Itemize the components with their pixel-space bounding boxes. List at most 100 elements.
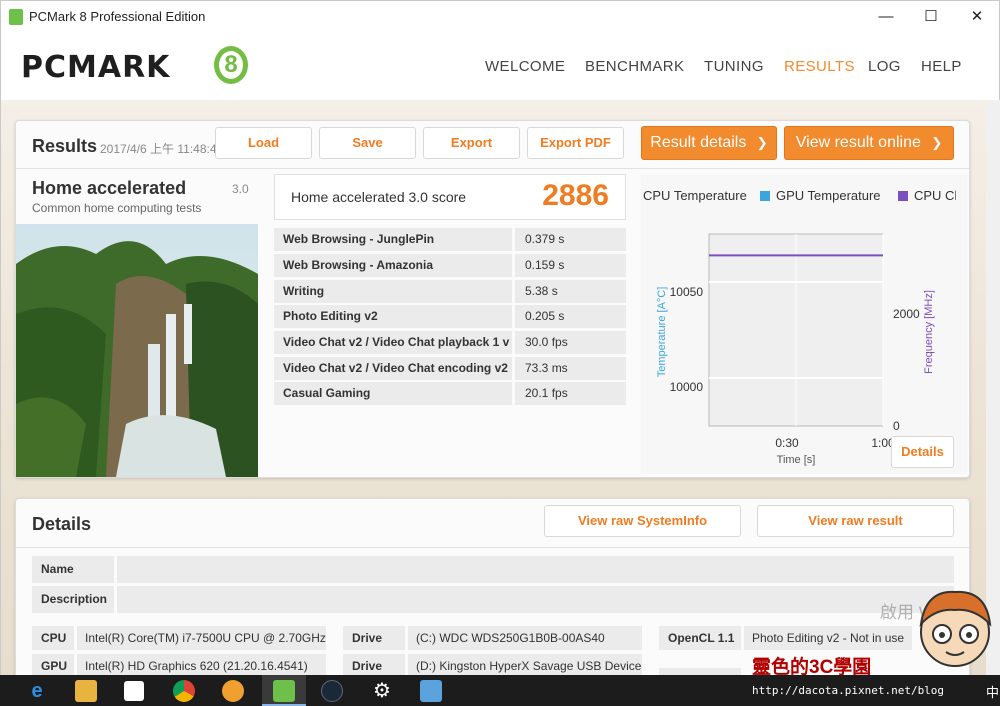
- results-heading: Results: [32, 136, 98, 156]
- test-row: Video Chat v2 / Video Chat encoding v2 7…: [274, 357, 626, 380]
- nav-benchmark[interactable]: BENCHMARK: [585, 58, 684, 75]
- legend-cpu-temperature: CPU Temperature: [643, 188, 747, 203]
- test-row: Casual Gaming 20.1 fps: [274, 382, 626, 405]
- test-value: 0.205 s: [515, 305, 626, 328]
- view-raw-systeminfo-button[interactable]: View raw SystemInfo: [544, 505, 741, 537]
- pcmark-8-logo-mark: 8: [214, 46, 248, 84]
- test-row: Web Browsing - Amazonia 0.159 s: [274, 254, 626, 277]
- test-name: Casual Gaming: [274, 382, 512, 405]
- gpu-temperature-swatch: [760, 191, 770, 201]
- legend-label: CPU Cl: [914, 188, 956, 203]
- view-raw-result-button[interactable]: View raw result: [757, 505, 954, 537]
- test-name: Video Chat v2 / Video Chat encoding v2: [274, 357, 512, 380]
- name-field: [117, 556, 954, 583]
- nav-tuning[interactable]: TUNING: [704, 58, 764, 75]
- cpu-label: CPU: [32, 626, 74, 650]
- test-row: Photo Editing v2 0.205 s: [274, 305, 626, 328]
- view-result-online-button[interactable]: View result online ❯: [784, 126, 954, 160]
- save-button[interactable]: Save: [319, 127, 416, 159]
- test-name: Web Browsing - JunglePin: [274, 228, 512, 251]
- load-button[interactable]: Load: [215, 127, 312, 159]
- benchmark-version: 3.0: [232, 182, 249, 196]
- maximize-button[interactable]: ☐: [921, 7, 941, 27]
- benchmark-subtitle: Common home computing tests: [32, 201, 202, 215]
- store-icon[interactable]: [124, 681, 144, 701]
- test-value: 30.0 fps: [515, 331, 626, 354]
- benchmark-waterfall-image: [16, 224, 258, 477]
- left-axis-label: Temperature [A°C]: [656, 287, 668, 378]
- cpu-value: Intel(R) Core(TM) i7-7500U CPU @ 2.70GHz: [77, 626, 326, 650]
- x-tick-label: 0:30: [775, 436, 799, 450]
- app-header: PCMARK 8 WELCOME BENCHMARK TUNING RESULT…: [0, 32, 1000, 100]
- opencl-label-2: [659, 668, 741, 675]
- y-tick-label: 10050: [670, 285, 704, 299]
- test-name: Video Chat v2 / Video Chat playback 1 v: [274, 331, 512, 354]
- nav-log[interactable]: LOG: [868, 58, 901, 75]
- test-name: Writing: [274, 280, 512, 303]
- details-heading: Details: [32, 514, 92, 534]
- test-name: Photo Editing v2: [274, 305, 512, 328]
- pcmark-logo: PCMARK: [21, 50, 171, 85]
- test-name: Web Browsing - Amazonia: [274, 254, 512, 277]
- y2-tick-label: 0: [893, 419, 900, 433]
- test-value: 0.159 s: [515, 254, 626, 277]
- test-value: 20.1 fps: [515, 382, 626, 405]
- export-button[interactable]: Export: [423, 127, 520, 159]
- result-date: 2017/4/6 上午 11:48:4: [100, 142, 217, 156]
- results-divider: [16, 168, 969, 169]
- drive-label: Drive: [343, 626, 405, 650]
- file-explorer-icon[interactable]: [75, 680, 97, 702]
- score-label: Home accelerated 3.0 score: [291, 189, 467, 205]
- name-label: Name: [32, 556, 114, 583]
- chrome-icon[interactable]: [173, 680, 195, 702]
- nav-results[interactable]: RESULTS: [784, 58, 855, 75]
- pcmark-taskbar-icon[interactable]: [273, 680, 295, 702]
- y-tick-label: 10000: [670, 380, 704, 394]
- description-label: Description: [32, 586, 114, 613]
- app-icon-orange[interactable]: [222, 680, 244, 702]
- result-details-label: Result details: [650, 134, 747, 151]
- test-row: Web Browsing - JunglePin 0.379 s: [274, 228, 626, 251]
- opencl-value: Photo Editing v2 - Not in use: [744, 626, 912, 650]
- monitoring-chart: 10050 10000 2000 0 0:30 1:00 Time [s] Te…: [656, 233, 935, 466]
- y2-tick-label: 2000: [893, 307, 920, 321]
- cartoon-avatar-image: [919, 590, 992, 667]
- result-details-button[interactable]: Result details ❯: [641, 126, 777, 160]
- export-pdf-button[interactable]: Export PDF: [527, 127, 624, 159]
- test-value: 0.379 s: [515, 228, 626, 251]
- settings-gear-icon[interactable]: ⚙: [371, 680, 393, 702]
- app-icon-blue[interactable]: [420, 680, 442, 702]
- right-axis-label: Frequency [MHz]: [923, 290, 935, 374]
- score-value: 2886: [542, 179, 609, 212]
- ime-indicator[interactable]: 中: [986, 682, 999, 701]
- test-value: 5.38 s: [515, 280, 626, 303]
- close-button[interactable]: ✕: [967, 7, 987, 27]
- edge-browser-icon[interactable]: e: [26, 680, 48, 702]
- nav-welcome[interactable]: WELCOME: [485, 58, 565, 75]
- blog-url-watermark: http://dacota.pixnet.net/blog: [752, 684, 945, 697]
- legend-gpu-temperature: GPU Temperature: [760, 188, 881, 203]
- steam-icon[interactable]: [321, 680, 343, 702]
- chevron-right-icon: ❯: [931, 135, 943, 150]
- test-row: Writing 5.38 s: [274, 280, 626, 303]
- score-box: Home accelerated 3.0 score 2886: [274, 174, 626, 220]
- legend-label: CPU Temperature: [643, 188, 747, 203]
- cpu-clock-swatch: [898, 191, 908, 201]
- benchmark-name: Home accelerated: [32, 178, 187, 198]
- window-title: PCMark 8 Professional Edition: [29, 9, 206, 24]
- drive-value: (C:) WDC WDS250G1B0B-00AS40: [408, 626, 642, 650]
- opencl-label: OpenCL 1.1: [659, 626, 741, 650]
- chevron-right-icon: ❯: [756, 135, 768, 150]
- nav-help[interactable]: HELP: [921, 58, 962, 75]
- x-axis-label: Time [s]: [777, 454, 816, 466]
- window-titlebar: PCMark 8 Professional Edition — ☐ ✕: [0, 0, 1000, 32]
- details-divider: [16, 547, 969, 548]
- test-value: 73.3 ms: [515, 357, 626, 380]
- chart-details-button[interactable]: Details: [891, 436, 954, 468]
- test-row: Video Chat v2 / Video Chat playback 1 v …: [274, 331, 626, 354]
- legend-label: GPU Temperature: [776, 188, 881, 203]
- view-result-online-label: View result online: [795, 134, 921, 151]
- pcmark-app-icon: [9, 9, 23, 25]
- legend-cpu-clock: CPU Cl: [898, 188, 956, 203]
- minimize-button[interactable]: —: [876, 7, 896, 27]
